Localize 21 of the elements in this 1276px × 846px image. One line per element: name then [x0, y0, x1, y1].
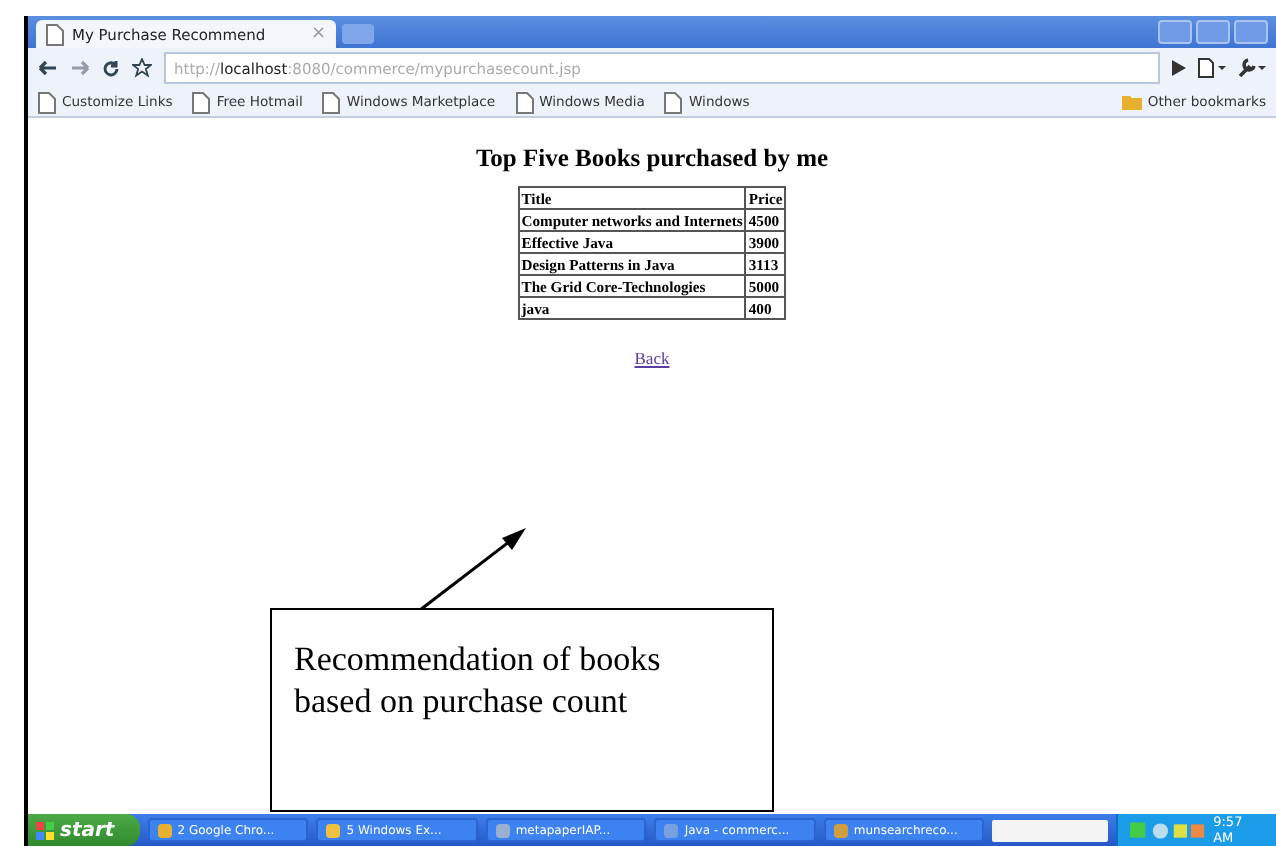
back-link[interactable]: Back: [634, 348, 670, 368]
play-icon[interactable]: [1172, 60, 1186, 76]
reload-icon[interactable]: [102, 59, 120, 77]
page-menu-icon[interactable]: [1198, 58, 1226, 78]
star-icon[interactable]: [132, 58, 152, 78]
back-arrow-icon[interactable]: [38, 60, 58, 76]
forward-arrow-icon[interactable]: [70, 60, 90, 76]
page-icon: [515, 91, 534, 113]
page-heading: Top Five Books purchased by me: [475, 144, 829, 174]
page-icon: [38, 91, 56, 113]
page-icon: [46, 23, 64, 45]
page-icon: [322, 91, 341, 113]
annotation-text: Recommendation of books based on purchase count: [294, 638, 663, 722]
start-button[interactable]: start: [28, 814, 140, 846]
page-icon: [664, 91, 683, 113]
folder-icon: [1121, 94, 1142, 110]
wrench-icon[interactable]: [1238, 58, 1266, 78]
page-icon: [192, 91, 211, 113]
windows-flag-icon: [36, 821, 54, 839]
search-toolbar[interactable]: [992, 819, 1108, 841]
tray-icons[interactable]: [1129, 821, 1206, 839]
